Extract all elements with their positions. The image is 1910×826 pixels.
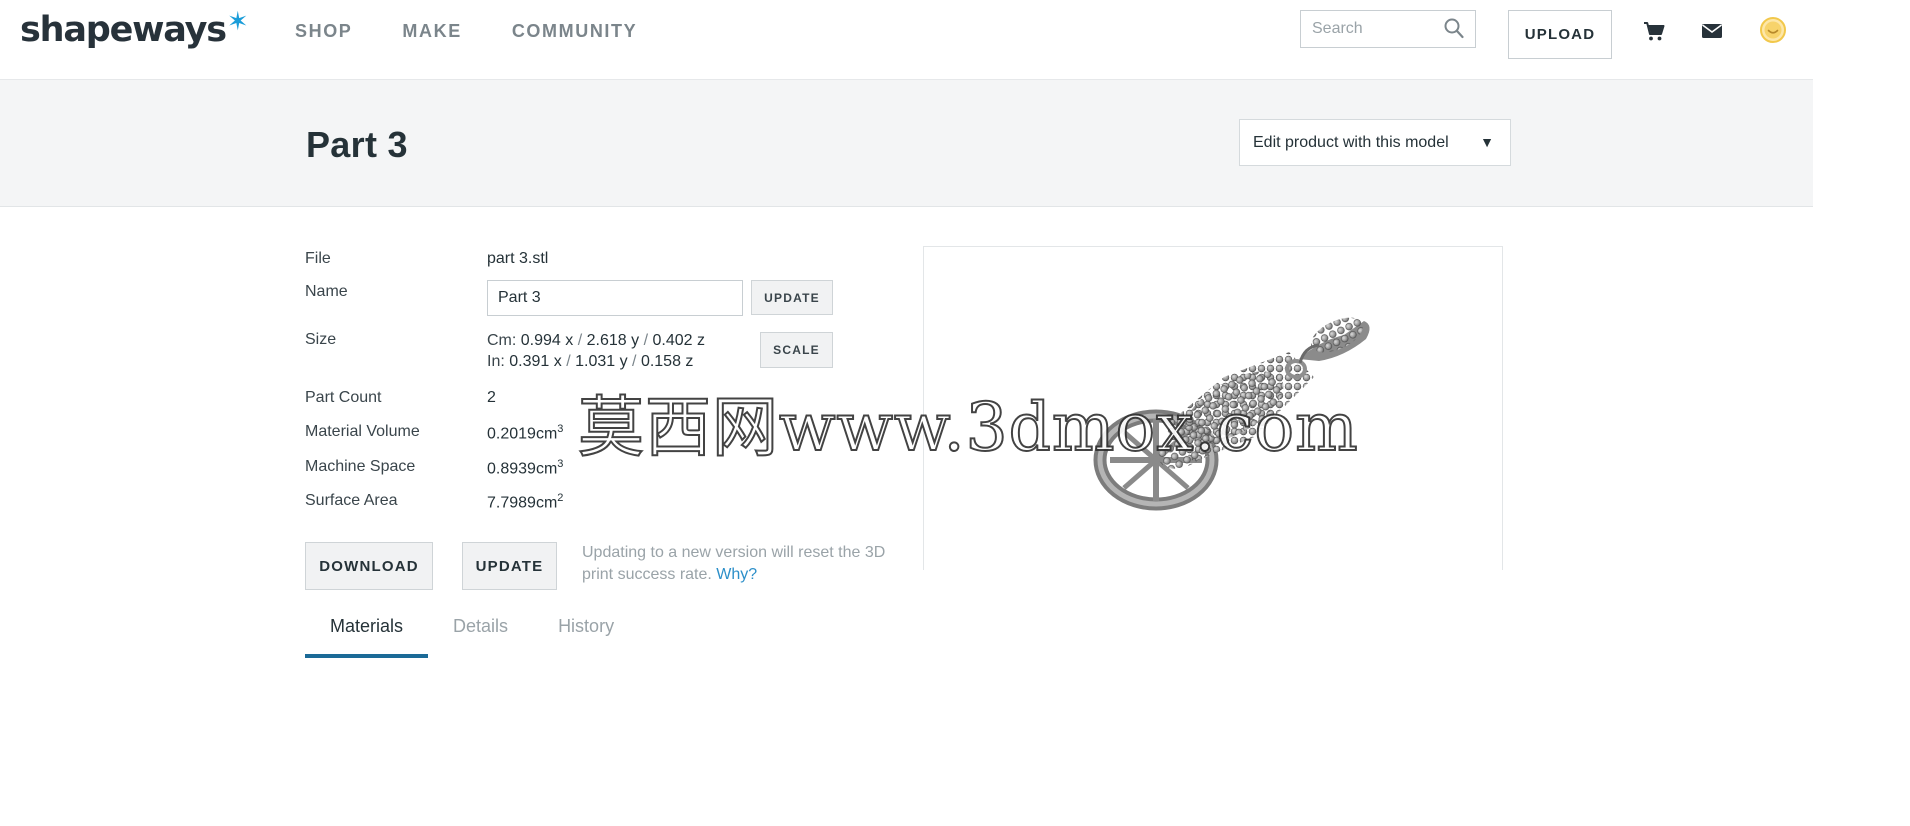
material-volume-label: Material Volume bbox=[305, 423, 420, 440]
model-preview[interactable] bbox=[923, 246, 1503, 570]
file-value: part 3.stl bbox=[487, 250, 549, 267]
machine-space-value: 0.8939cm3 bbox=[487, 458, 564, 478]
surface-area-value: 7.7989cm2 bbox=[487, 492, 564, 512]
name-update-button[interactable]: UPDATE bbox=[751, 280, 833, 315]
main-nav: SHOP MAKE COMMUNITY bbox=[295, 19, 687, 43]
name-label: Name bbox=[305, 283, 348, 300]
logo-text: shapeways bbox=[20, 10, 227, 50]
shapeways-logo[interactable]: shapeways ✶ bbox=[20, 6, 249, 54]
update-note: Updating to a new version will reset the… bbox=[582, 542, 902, 586]
part-count-value: 2 bbox=[487, 389, 496, 406]
avatar[interactable] bbox=[1759, 16, 1787, 44]
name-field[interactable] bbox=[487, 280, 743, 316]
search-input[interactable] bbox=[1301, 11, 1441, 47]
logo-star-icon: ✶ bbox=[226, 6, 249, 36]
file-label: File bbox=[305, 250, 331, 267]
size-values: Cm: 0.994 x / 2.618 y / 0.402 z In: 0.39… bbox=[487, 330, 705, 372]
cart-icon[interactable] bbox=[1642, 19, 1666, 43]
nav-make[interactable]: MAKE bbox=[402, 19, 461, 43]
search-icon[interactable] bbox=[1444, 18, 1464, 40]
edit-product-select-label: Edit product with this model bbox=[1253, 133, 1449, 151]
nav-community[interactable]: COMMUNITY bbox=[512, 19, 637, 43]
size-in: In: 0.391 x / 1.031 y / 0.158 z bbox=[487, 353, 694, 370]
edit-product-select[interactable]: Edit product with this model ▼ bbox=[1239, 119, 1511, 166]
tab-details[interactable]: Details bbox=[428, 610, 533, 658]
size-cm: Cm: 0.994 x / 2.618 y / 0.402 z bbox=[487, 332, 705, 349]
mail-icon[interactable] bbox=[1700, 19, 1724, 43]
caret-down-icon: ▼ bbox=[1480, 134, 1494, 150]
model-render bbox=[1093, 317, 1370, 511]
download-button[interactable]: DOWNLOAD bbox=[305, 542, 433, 590]
model-tabs: Materials Details History bbox=[305, 610, 639, 658]
page-title: Part 3 bbox=[306, 124, 408, 165]
surface-area-label: Surface Area bbox=[305, 492, 398, 509]
tab-history[interactable]: History bbox=[533, 610, 639, 658]
tab-materials[interactable]: Materials bbox=[305, 610, 429, 658]
machine-space-label: Machine Space bbox=[305, 458, 416, 475]
part-count-label: Part Count bbox=[305, 389, 382, 406]
search-box bbox=[1300, 10, 1476, 48]
why-link[interactable]: Why? bbox=[716, 566, 757, 583]
nav-shop[interactable]: SHOP bbox=[295, 19, 352, 43]
upload-button[interactable]: UPLOAD bbox=[1508, 10, 1612, 59]
title-bar: Part 3 Edit product with this model ▼ bbox=[0, 80, 1813, 207]
scale-button[interactable]: SCALE bbox=[760, 332, 833, 368]
top-header: shapeways ✶ SHOP MAKE COMMUNITY UPLOAD bbox=[0, 0, 1813, 80]
size-label: Size bbox=[305, 331, 337, 348]
material-volume-value: 0.2019cm3 bbox=[487, 423, 564, 443]
update-model-button[interactable]: UPDATE bbox=[462, 542, 557, 590]
